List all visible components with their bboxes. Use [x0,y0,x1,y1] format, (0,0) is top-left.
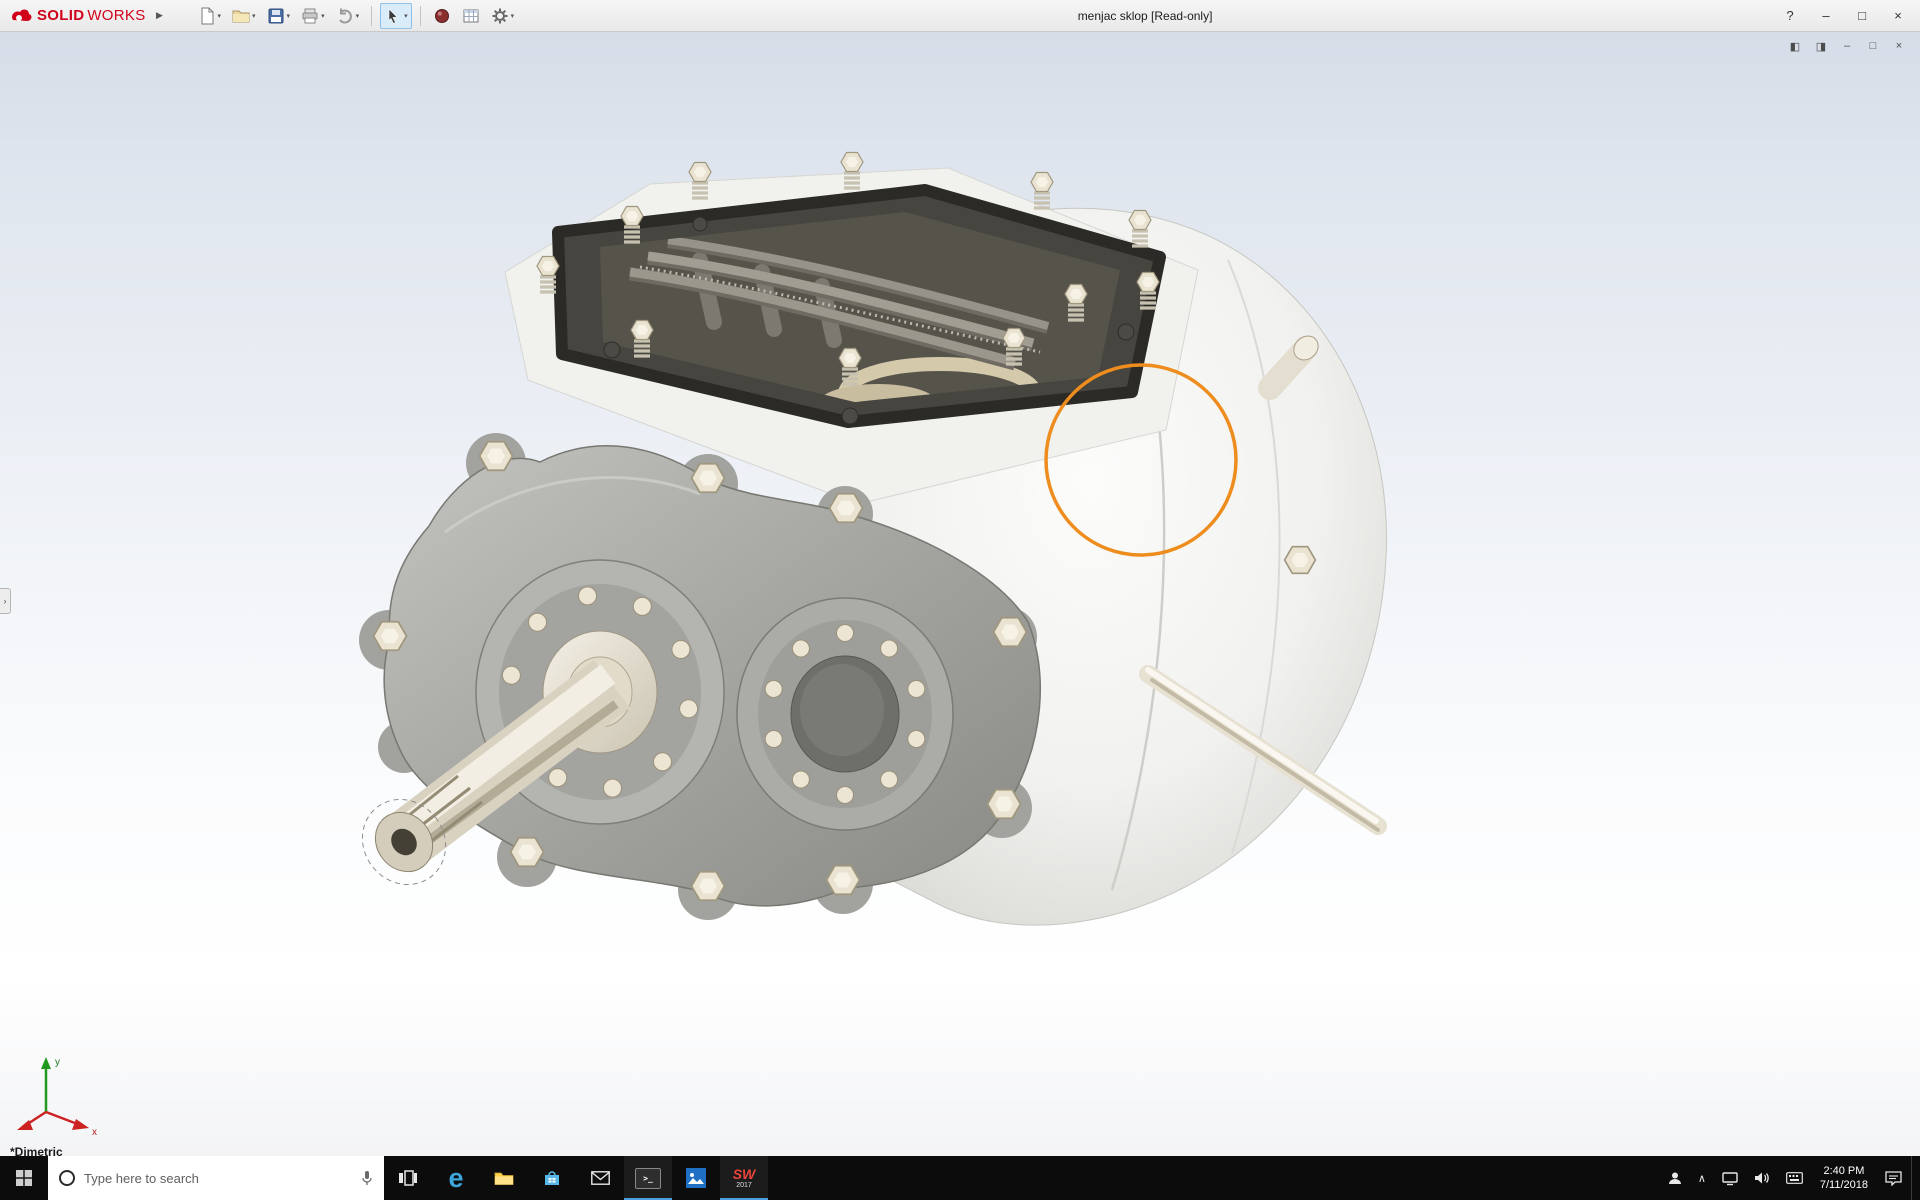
folder-icon [494,1172,514,1185]
document-window-controls: ◧ ◨ – □ × [1784,37,1910,55]
featuremanager-flyout-tab[interactable]: › [0,588,11,614]
minimize-button[interactable]: – [1808,2,1844,30]
solidworks-taskbar-button[interactable]: SW 2017 [720,1156,768,1200]
select-tool-button[interactable]: ▾ [380,2,412,29]
new-document-icon [201,7,214,24]
sw-label: SW [732,1166,756,1182]
gearbox-3d-model[interactable]: y x [0,32,1920,1156]
task-view-icon [399,1170,417,1186]
options-button[interactable]: ▾ [487,3,519,29]
doc-minimize-button[interactable]: – [1836,37,1858,55]
photos-icon [686,1168,706,1188]
design-table-icon [463,9,479,22]
maximize-button[interactable]: □ [1844,2,1880,30]
tray-overflow-button[interactable]: ∧ [1691,1156,1713,1200]
store-bag-icon [545,1171,559,1185]
flyout-arrow-icon: › [3,596,7,606]
appearances-sphere-icon [434,8,449,23]
dropdown-caret-icon: ▾ [510,12,515,20]
dropdown-caret-icon: ▾ [252,12,256,20]
output-bearing-cover[interactable] [736,597,954,831]
taskbar-clock[interactable]: 2:40 PM 7/11/2018 [1812,1164,1876,1193]
doc-restore-button[interactable]: □ [1862,37,1884,55]
photos-button[interactable] [672,1156,720,1200]
solidworks-logo: SOLID WORKS [4,7,152,25]
dropdown-caret-icon: ▾ [355,12,360,20]
undo-button[interactable]: ▾ [332,3,364,29]
print-icon [302,8,318,23]
save-icon [268,8,284,23]
triad-y-label: y [55,1057,60,1068]
mail-envelope-icon [590,1171,610,1185]
taskbar-search[interactable] [48,1156,384,1200]
menu-flyout-arrow[interactable]: ▶ [152,5,168,27]
taskbar: e >_ SW 2017 [0,1156,1920,1200]
action-center-button[interactable] [1878,1156,1909,1200]
touch-keyboard-icon [1785,1172,1803,1184]
volume-button[interactable] [1747,1156,1777,1200]
dropdown-caret-icon: ▾ [286,12,291,20]
touch-keyboard-button[interactable] [1779,1156,1810,1200]
solidworks-icon: SW 2017 [733,1167,756,1189]
print-button[interactable]: ▾ [297,3,329,29]
network-button[interactable] [1715,1156,1745,1200]
network-icon [1722,1171,1738,1185]
store-button[interactable] [528,1156,576,1200]
microphone-icon[interactable] [360,1170,374,1186]
open-icon [232,10,250,22]
orientation-triad: y x [17,1057,97,1138]
window-controls: ? – □ × [1772,2,1916,30]
save-button[interactable]: ▾ [263,3,295,29]
toolbar-separator [371,5,373,26]
system-tray: ∧ 2:40 PM 7/11/2018 [1661,1156,1920,1200]
dropdown-caret-icon: ▾ [321,12,325,20]
brand-text-light: WORKS [87,7,146,24]
task-view-button[interactable] [384,1156,432,1200]
graphics-viewport[interactable]: ◧ ◨ – □ × › y x *Dimetric [0,32,1920,1159]
gear-icon [492,8,508,23]
ds-logo-icon [12,9,32,21]
clock-time: 2:40 PM [1823,1164,1865,1177]
close-button[interactable]: × [1880,2,1916,30]
new-document-button[interactable]: ▾ [194,3,226,29]
view-orientation-label: *Dimetric [10,1145,63,1159]
people-icon [1668,1172,1681,1184]
pane-left-icon[interactable]: ◧ [1784,37,1806,55]
command-prompt-button[interactable]: >_ [624,1156,672,1200]
dropdown-caret-icon: ▾ [404,12,408,20]
volume-icon [1754,1172,1769,1184]
windows-logo-icon [16,1170,32,1186]
clock-date: 7/11/2018 [1819,1179,1868,1191]
sw-year-label: 2017 [736,1182,752,1189]
people-button[interactable] [1661,1156,1689,1200]
appearances-button[interactable] [429,3,455,29]
help-button[interactable]: ? [1772,2,1808,30]
console-glyph: >_ [643,1173,653,1183]
file-explorer-button[interactable] [480,1156,528,1200]
doc-close-button[interactable]: × [1888,37,1910,55]
action-center-icon [1885,1170,1902,1186]
cortana-icon [59,1170,75,1186]
triad-x-label: x [92,1127,97,1138]
dropdown-caret-icon: ▾ [217,12,222,20]
window-title: menjac sklop [Read-only] [1077,8,1213,23]
open-button[interactable]: ▾ [228,3,260,29]
undo-icon [338,8,352,24]
titlebar: SOLID WORKS ▶ ▾ ▾ ▾ ▾ ▾ ▾ ▾ menjac sklop… [0,0,1920,32]
toolbar-separator [419,5,421,26]
edge-icon: e [448,1162,464,1193]
edge-button[interactable]: e [432,1156,480,1200]
brand-text-bold: SOLID [37,7,85,24]
command-prompt-icon: >_ [635,1167,661,1189]
start-button[interactable] [0,1156,48,1200]
design-table-button[interactable] [458,3,484,29]
select-cursor-icon [388,7,398,24]
show-desktop-button[interactable] [1911,1156,1918,1200]
pane-right-icon[interactable]: ◨ [1810,37,1832,55]
search-input[interactable] [84,1170,352,1186]
quick-access-toolbar: ▾ ▾ ▾ ▾ ▾ ▾ ▾ [194,2,519,29]
mail-button[interactable] [576,1156,624,1200]
